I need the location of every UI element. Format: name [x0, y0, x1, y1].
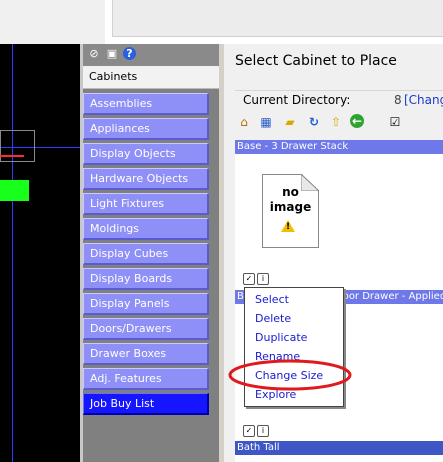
no-image-line2: image [269, 200, 312, 214]
up-folder-icon[interactable]: ⇧ [328, 114, 344, 130]
library-item-assemblies[interactable]: Assemblies [83, 93, 209, 115]
menu-item-duplicate[interactable]: Duplicate [255, 331, 307, 344]
window-icon[interactable]: ▣ [105, 47, 119, 61]
library-item-job-buy-list[interactable]: Job Buy List [83, 393, 209, 415]
library-item-moldings[interactable]: Moldings [83, 218, 209, 240]
tab-label: Cabinets [89, 70, 138, 83]
back-arrow-icon[interactable]: ← [350, 114, 364, 128]
top-right-area [112, 0, 443, 37]
cabinet-actions-2: ✓ i [243, 425, 271, 437]
refresh-icon[interactable]: ↻ [306, 114, 322, 130]
home-icon[interactable]: ⌂ [236, 114, 252, 130]
menu-item-delete[interactable]: Delete [255, 312, 291, 325]
library-item-display-cubes[interactable]: Display Cubes [83, 243, 209, 265]
menu-item-rename[interactable]: Rename [255, 350, 300, 363]
help-icon[interactable]: ? [123, 47, 136, 60]
panel-toolbar: ⌂ ▦ ▰ ↻ ⇧ ← ☑ [235, 114, 443, 134]
library-item-display-panels[interactable]: Display Panels [83, 293, 209, 315]
library-item-doors-drawers[interactable]: Doors/Drawers [83, 318, 209, 340]
library-item-adj-features[interactable]: Adj. Features [83, 368, 209, 390]
top-strip [0, 0, 443, 44]
directory-count: 8 [394, 93, 402, 107]
no-image-label: no image [262, 185, 319, 215]
library-item-light-fixtures[interactable]: Light Fixtures [83, 193, 209, 215]
no-image-line1: no [282, 185, 299, 199]
library-toolbar: ⊘ ▣ ? [83, 44, 219, 66]
context-menu: Select Delete Duplicate Rename Change Si… [244, 287, 344, 407]
menu-item-explore[interactable]: Explore [255, 388, 296, 401]
current-directory-row: Current Directory: 8 [Chang [235, 90, 443, 109]
warning-mark: ! [286, 222, 291, 232]
tab-cabinets[interactable]: Cabinets [83, 66, 219, 89]
cabinet-header-bath-tall[interactable]: Bath Tall [235, 441, 443, 455]
cabinet-actions-1: ✓ i [243, 273, 271, 285]
checkbox-icon[interactable]: ✓ [243, 273, 255, 285]
top-left-area [0, 0, 105, 44]
viewport-canvas[interactable] [0, 44, 80, 462]
current-directory-label: Current Directory: [243, 93, 351, 107]
cabinet-header-base-3-drawer-stack[interactable]: Base - 3 Drawer Stack [235, 140, 443, 154]
library-item-display-boards[interactable]: Display Boards [83, 268, 209, 290]
red-line [0, 155, 24, 157]
menu-item-change-size[interactable]: Change Size [255, 369, 323, 382]
library-item-drawer-boxes[interactable]: Drawer Boxes [83, 343, 209, 365]
library-item-display-objects[interactable]: Display Objects [83, 143, 209, 165]
cabinet-header-second-suffix: Door Drawer - Applied [335, 291, 443, 302]
checkbox-icon[interactable]: ✓ [243, 425, 255, 437]
info-icon[interactable]: i [257, 425, 269, 437]
change-directory-link[interactable]: [Chang [404, 93, 443, 107]
panel-title: Select Cabinet to Place [235, 53, 397, 69]
library-item-appliances[interactable]: Appliances [83, 118, 209, 140]
menu-item-select[interactable]: Select [255, 293, 289, 306]
checklist-icon[interactable]: ☑ [387, 114, 403, 130]
library-item-hardware-objects[interactable]: Hardware Objects [83, 168, 209, 190]
folder-icon[interactable]: ▰ [282, 114, 298, 130]
cabinet-outline [0, 130, 35, 162]
library-panel: ⊘ ▣ ? Cabinets Assemblies Appliances Dis… [83, 44, 219, 462]
axis-line-vertical [12, 44, 13, 462]
info-icon[interactable]: i [257, 273, 269, 285]
grid-icon[interactable]: ▦ [258, 114, 274, 130]
cabinet-header-second-prefix: B [237, 291, 244, 302]
green-object [0, 180, 29, 201]
pin-icon[interactable]: ⊘ [87, 47, 101, 61]
